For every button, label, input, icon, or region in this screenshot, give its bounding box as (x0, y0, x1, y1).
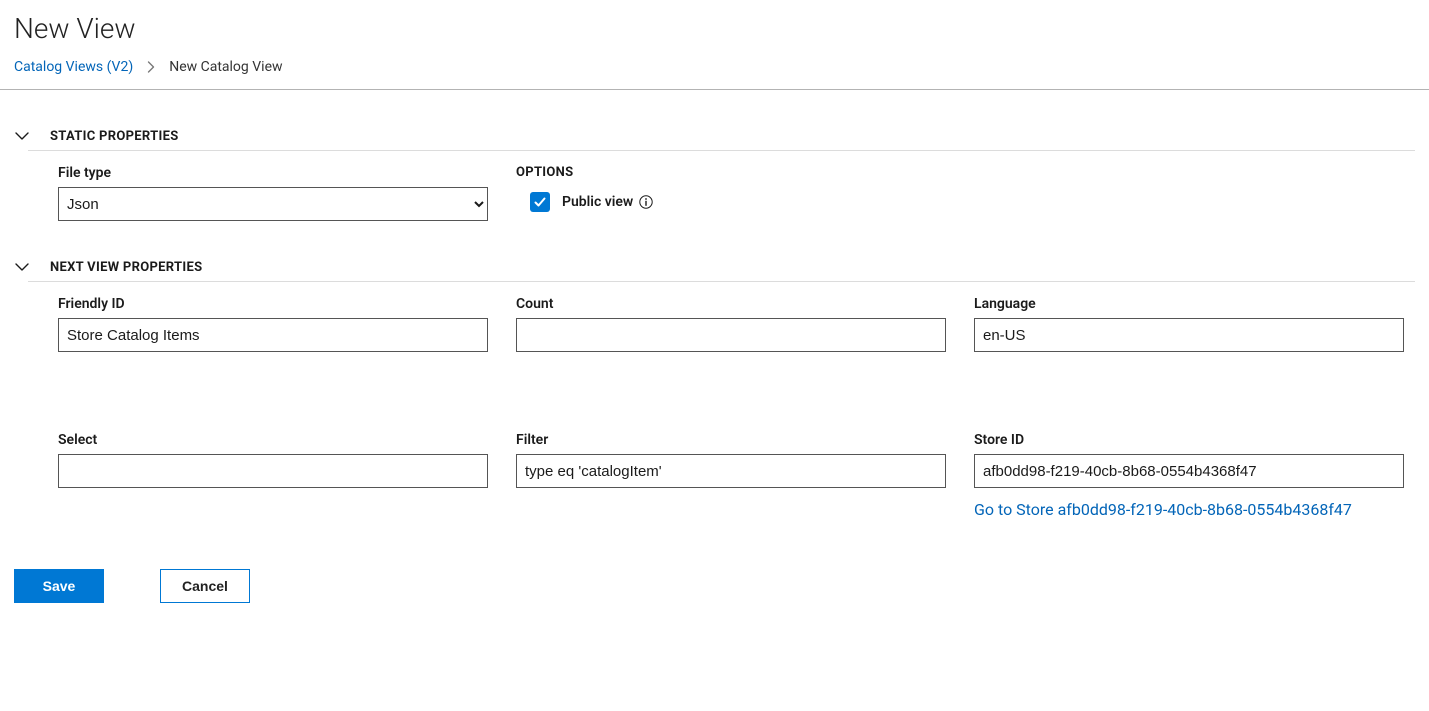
save-button[interactable]: Save (14, 569, 104, 603)
options-title: OPTIONS (516, 165, 946, 180)
input-count[interactable] (516, 318, 946, 352)
checkbox-public-view[interactable] (530, 192, 550, 212)
breadcrumb-current: New Catalog View (169, 59, 282, 75)
section-title-next-view: NEXT VIEW PROPERTIES (50, 260, 202, 275)
chevron-right-icon (147, 61, 155, 73)
label-store-id: Store ID (974, 432, 1404, 448)
label-friendly-id: Friendly ID (58, 296, 488, 312)
field-language: Language (974, 296, 1404, 352)
field-store-id: Store ID Go to Store afb0dd98-f219-40cb-… (974, 432, 1404, 521)
field-filter: Filter (516, 432, 946, 521)
field-select: Select (58, 432, 488, 521)
label-select: Select (58, 432, 488, 448)
chevron-down-icon[interactable] (14, 128, 30, 144)
input-store-id[interactable] (974, 454, 1404, 488)
chevron-down-icon[interactable] (14, 259, 30, 275)
section-static-properties: STATIC PROPERTIES File type Json OPTIONS… (14, 128, 1415, 221)
section-next-view-properties: NEXT VIEW PROPERTIES Friendly ID Count L… (14, 259, 1415, 521)
breadcrumb-link-catalog-views[interactable]: Catalog Views (V2) (14, 59, 133, 75)
field-file-type: File type Json (58, 165, 488, 221)
cancel-button[interactable]: Cancel (160, 569, 250, 603)
input-language[interactable] (974, 318, 1404, 352)
header-divider (0, 89, 1429, 90)
input-friendly-id[interactable] (58, 318, 488, 352)
field-count: Count (516, 296, 946, 352)
label-public-view: Public view (562, 194, 633, 210)
page-title: New View (14, 12, 1415, 45)
label-filter: Filter (516, 432, 946, 448)
label-count: Count (516, 296, 946, 312)
link-go-to-store[interactable]: Go to Store afb0dd98-f219-40cb-8b68-0554… (974, 500, 1404, 521)
label-file-type: File type (58, 165, 488, 181)
select-file-type[interactable]: Json (58, 187, 488, 221)
input-select[interactable] (58, 454, 488, 488)
info-icon (639, 195, 653, 209)
section-title-static: STATIC PROPERTIES (50, 129, 179, 144)
input-filter[interactable] (516, 454, 946, 488)
label-language: Language (974, 296, 1404, 312)
options-block: OPTIONS Public view (516, 165, 946, 221)
field-friendly-id: Friendly ID (58, 296, 488, 352)
breadcrumb: Catalog Views (V2) New Catalog View (14, 59, 1415, 89)
